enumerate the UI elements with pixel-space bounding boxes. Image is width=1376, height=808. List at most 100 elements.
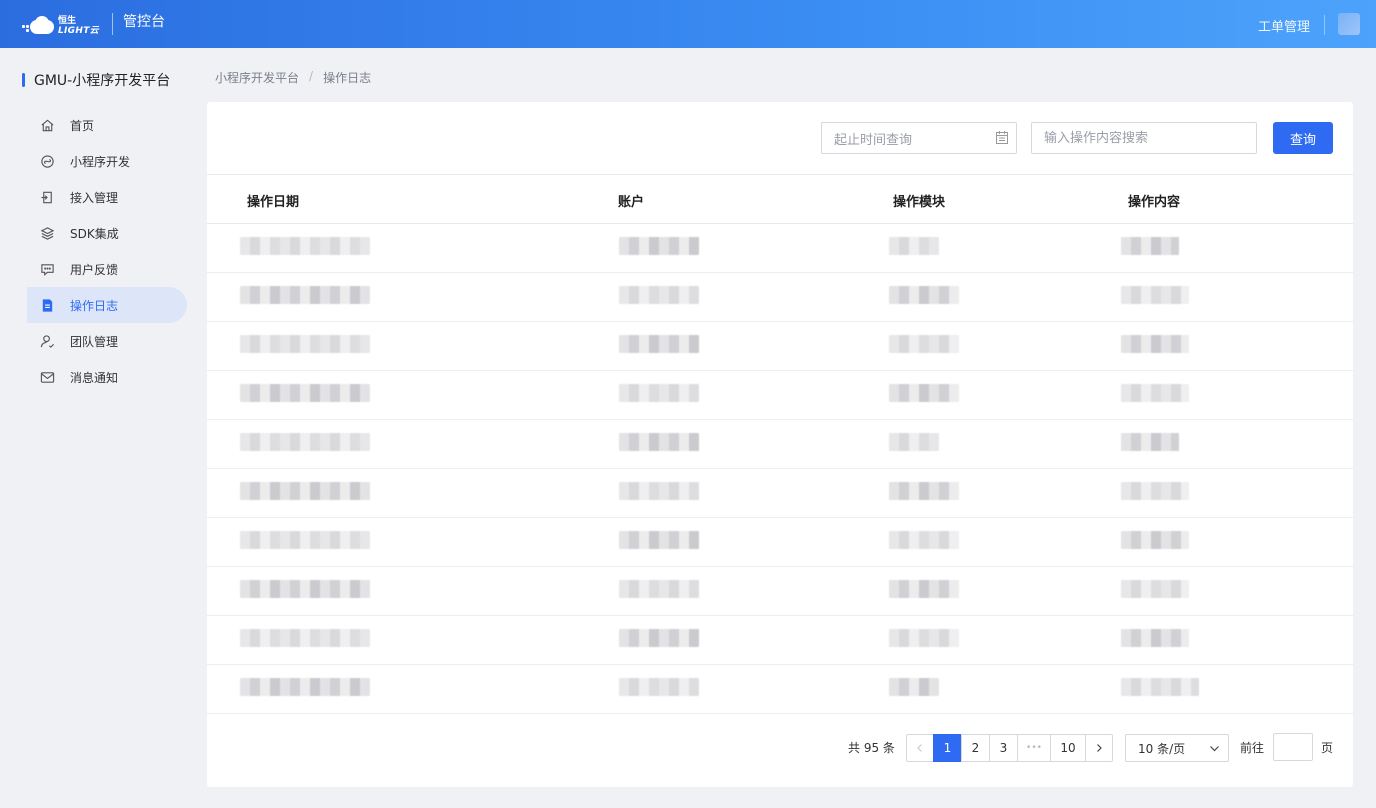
cell-content-obscured (1121, 286, 1189, 304)
console-title[interactable]: 管控台 (123, 11, 165, 31)
sidebar-item-label: 团队管理 (70, 334, 119, 349)
cell-module-obscured (889, 237, 939, 255)
prev-page-button[interactable] (906, 734, 934, 762)
filter-bar: 起止时间查询 查询 (207, 102, 1353, 175)
cell-module-obscured (889, 482, 959, 500)
cell-module-obscured (889, 580, 959, 598)
calendar-icon (996, 131, 1008, 144)
cell-module-obscured (889, 335, 959, 353)
page-button-2[interactable]: 2 (961, 734, 990, 762)
cell-module-obscured (889, 433, 939, 451)
sidebar-item-home[interactable]: 首页 (27, 107, 187, 143)
sidebar-item-feedback[interactable]: 用户反馈 (27, 251, 187, 287)
chevron-left-icon (917, 744, 922, 752)
cell-content-obscured (1121, 433, 1179, 451)
content-search-input[interactable] (1031, 122, 1257, 154)
cell-account-obscured (619, 433, 699, 451)
date-range-placeholder: 起止时间查询 (834, 132, 913, 148)
sidebar-item-access[interactable]: 接入管理 (27, 179, 187, 215)
date-range-input[interactable]: 起止时间查询 (821, 122, 1017, 154)
breadcrumb: 小程序开发平台 / 操作日志 (215, 69, 371, 86)
goto-label: 前往 (1240, 741, 1265, 755)
table-row (207, 273, 1353, 322)
miniapp-icon (39, 153, 55, 169)
cell-content-obscured (1121, 335, 1189, 353)
page-ellipsis[interactable]: ••• (1017, 734, 1051, 762)
cell-module-obscured (889, 531, 959, 549)
breadcrumb-current: 操作日志 (323, 71, 372, 85)
sidebar-item-notifications[interactable]: 消息通知 (27, 359, 187, 395)
divider (112, 13, 113, 35)
hundsun-light-logo[interactable]: 恒生 LIGHT云 (22, 14, 100, 38)
sidebar-item-sdk[interactable]: SDK集成 (27, 215, 187, 251)
cell-account-obscured (619, 482, 699, 500)
cell-content-obscured (1121, 678, 1199, 696)
logo-en-text: LIGHT云 (58, 26, 99, 36)
column-header-content: 操作内容 (1128, 195, 1181, 210)
next-page-button[interactable] (1085, 734, 1113, 762)
sidebar-item-label: 小程序开发 (70, 154, 131, 169)
chevron-down-icon (1210, 746, 1219, 752)
table-row (207, 567, 1353, 616)
cell-module-obscured (889, 629, 959, 647)
cell-date-obscured (240, 237, 370, 255)
sidebar-item-operation-log[interactable]: 操作日志 (27, 287, 187, 323)
page-button-1[interactable]: 1 (933, 734, 962, 762)
cell-content-obscured (1121, 531, 1189, 549)
cell-content-obscured (1121, 580, 1189, 598)
table-row (207, 371, 1353, 420)
cloud-logo-icon (22, 16, 56, 36)
table-row (207, 322, 1353, 371)
sidebar-item-label: SDK集成 (70, 226, 119, 241)
platform-title: GMU-小程序开发平台 (22, 70, 170, 90)
sidebar-item-label: 消息通知 (70, 370, 119, 385)
sidebar-item-miniapp-dev[interactable]: 小程序开发 (27, 143, 187, 179)
home-icon (39, 117, 55, 133)
work-order-link[interactable]: 工单管理 (1258, 16, 1310, 35)
layers-icon (39, 225, 55, 241)
sidebar-item-label: 用户反馈 (70, 262, 119, 277)
breadcrumb-separator: / (309, 69, 314, 83)
title-accent-bar (22, 73, 25, 87)
query-button[interactable]: 查询 (1273, 122, 1333, 154)
chevron-right-icon (1097, 744, 1102, 752)
table-row (207, 420, 1353, 469)
sidebar-item-label: 接入管理 (70, 190, 119, 205)
mail-icon (39, 369, 55, 385)
column-header-module: 操作模块 (893, 195, 946, 210)
cell-date-obscured (240, 580, 370, 598)
cell-content-obscured (1121, 629, 1189, 647)
cell-date-obscured (240, 286, 370, 304)
cell-date-obscured (240, 384, 370, 402)
sidebar-item-team[interactable]: 团队管理 (27, 323, 187, 359)
cell-date-obscured (240, 482, 370, 500)
cell-account-obscured (619, 237, 699, 255)
table-header: 操作日期 账户 操作模块 操作内容 (207, 175, 1353, 224)
table-row (207, 616, 1353, 665)
cell-account-obscured (619, 531, 699, 549)
sidebar-item-label: 首页 (70, 118, 95, 133)
document-icon (39, 297, 55, 313)
top-bar: 恒生 LIGHT云 管控台 工单管理 (0, 0, 1376, 48)
page-suffix: 页 (1321, 741, 1334, 755)
pagination: 共 95 条 1 2 3 ••• 10 10 条/页 前往 页 (207, 714, 1353, 787)
cell-account-obscured (619, 286, 699, 304)
goto-page-input[interactable] (1273, 733, 1313, 761)
page-size-select[interactable]: 10 条/页 (1125, 734, 1229, 762)
page-button-3[interactable]: 3 (989, 734, 1018, 762)
cell-account-obscured (619, 384, 699, 402)
cell-account-obscured (619, 335, 699, 353)
divider (1324, 15, 1325, 35)
access-icon (39, 189, 55, 205)
user-avatar[interactable] (1338, 13, 1360, 35)
table-row (207, 224, 1353, 273)
log-card: 起止时间查询 查询 操作日期 账户 操作模块 操作内容 共 95 条 1 2 3… (207, 102, 1353, 787)
cell-module-obscured (889, 678, 939, 696)
chat-icon (39, 261, 55, 277)
column-header-date: 操作日期 (247, 195, 300, 210)
cell-date-obscured (240, 531, 370, 549)
page-button-10[interactable]: 10 (1050, 734, 1086, 762)
breadcrumb-parent[interactable]: 小程序开发平台 (215, 69, 299, 86)
cell-date-obscured (240, 433, 370, 451)
cell-content-obscured (1121, 384, 1189, 402)
